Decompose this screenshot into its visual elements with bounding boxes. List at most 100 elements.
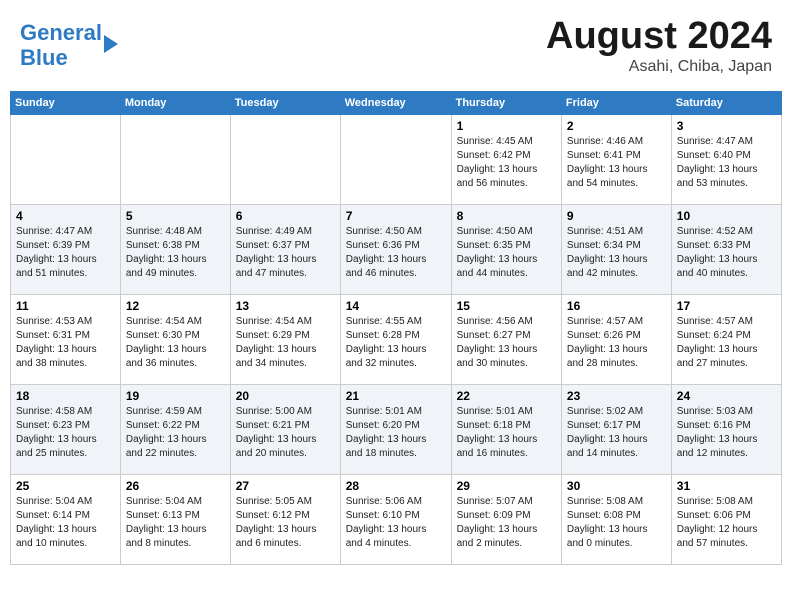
- day-number: 19: [126, 389, 225, 403]
- calendar-day-cell: 10 Sunrise: 4:52 AM Sunset: 6:33 PM Dayli…: [671, 205, 781, 295]
- logo-arrow-icon: [104, 35, 118, 53]
- day-number: 31: [677, 479, 776, 493]
- calendar-day-cell: 6 Sunrise: 4:49 AM Sunset: 6:37 PM Daylig…: [230, 205, 340, 295]
- day-info: Sunrise: 5:04 AM Sunset: 6:14 PM Dayligh…: [16, 495, 115, 551]
- calendar-day-cell: 24Sunrise: 5:03 AM Sunset: 6:16 PM Dayli…: [671, 385, 781, 475]
- day-of-week-header: Wednesday: [340, 92, 451, 115]
- calendar-day-cell: 3 Sunrise: 4:47 AM Sunset: 6:40 PM Daylig…: [671, 115, 781, 205]
- calendar-day-cell: 29Sunrise: 5:07 AM Sunset: 6:09 PM Dayli…: [451, 475, 561, 565]
- day-info: Sunrise: 4:45 AM Sunset: 6:42 PM Dayligh…: [457, 135, 556, 191]
- calendar-day-cell: 5 Sunrise: 4:48 AM Sunset: 6:38 PM Daylig…: [120, 205, 230, 295]
- logo: GeneralBlue: [20, 21, 118, 69]
- calendar-day-cell: 28 Sunrise: 5:06 AM Sunset: 6:10 PM Dayli…: [340, 475, 451, 565]
- day-info: Sunrise: 4:54 AM Sunset: 6:29 PM Dayligh…: [236, 315, 335, 371]
- day-number: 6: [236, 209, 335, 223]
- day-info: Sunrise: 5:01 AM Sunset: 6:20 PM Dayligh…: [346, 405, 446, 461]
- calendar-day-cell: [11, 115, 121, 205]
- day-info: Sunrise: 5:02 AM Sunset: 6:17 PM Dayligh…: [567, 405, 666, 461]
- day-info: Sunrise: 5:00 AM Sunset: 6:21 PM Dayligh…: [236, 405, 335, 461]
- calendar-day-cell: 16 Sunrise: 4:57 AM Sunset: 6:26 PM Dayli…: [561, 295, 671, 385]
- calendar-day-cell: 4Sunrise: 4:47 AM Sunset: 6:39 PM Daylig…: [11, 205, 121, 295]
- calendar-day-cell: 30Sunrise: 5:08 AM Sunset: 6:08 PM Dayli…: [561, 475, 671, 565]
- day-number: 15: [457, 299, 556, 313]
- day-number: 17: [677, 299, 776, 313]
- day-number: 9: [567, 209, 666, 223]
- day-number: 22: [457, 389, 556, 403]
- page-header: GeneralBlue August 2024 Asahi, Chiba, Ja…: [10, 10, 782, 81]
- calendar-day-cell: 18 Sunrise: 4:58 AM Sunset: 6:23 PM Dayli…: [11, 385, 121, 475]
- calendar-week-row: 18 Sunrise: 4:58 AM Sunset: 6:23 PM Dayli…: [11, 385, 782, 475]
- day-info: Sunrise: 4:57 AM Sunset: 6:24 PM Dayligh…: [677, 315, 776, 371]
- calendar-day-cell: 15 Sunrise: 4:56 AM Sunset: 6:27 PM Dayli…: [451, 295, 561, 385]
- day-of-week-header: Thursday: [451, 92, 561, 115]
- day-number: 10: [677, 209, 776, 223]
- day-info: Sunrise: 4:50 AM Sunset: 6:36 PM Dayligh…: [346, 225, 446, 281]
- calendar-week-row: 25 Sunrise: 5:04 AM Sunset: 6:14 PM Dayli…: [11, 475, 782, 565]
- day-info: Sunrise: 5:08 AM Sunset: 6:06 PM Dayligh…: [677, 495, 776, 551]
- calendar-day-cell: 9 Sunrise: 4:51 AM Sunset: 6:34 PM Daylig…: [561, 205, 671, 295]
- day-info: Sunrise: 5:07 AM Sunset: 6:09 PM Dayligh…: [457, 495, 556, 551]
- day-info: Sunrise: 4:51 AM Sunset: 6:34 PM Dayligh…: [567, 225, 666, 281]
- day-number: 16: [567, 299, 666, 313]
- calendar-day-cell: 8 Sunrise: 4:50 AM Sunset: 6:35 PM Daylig…: [451, 205, 561, 295]
- day-number: 5: [126, 209, 225, 223]
- day-number: 23: [567, 389, 666, 403]
- day-info: Sunrise: 4:46 AM Sunset: 6:41 PM Dayligh…: [567, 135, 666, 191]
- day-info: Sunrise: 4:47 AM Sunset: 6:40 PM Dayligh…: [677, 135, 776, 191]
- calendar-header-row: SundayMondayTuesdayWednesdayThursdayFrid…: [11, 92, 782, 115]
- day-number: 25: [16, 479, 115, 493]
- day-info: Sunrise: 4:56 AM Sunset: 6:27 PM Dayligh…: [457, 315, 556, 371]
- calendar-week-row: 1 Sunrise: 4:45 AM Sunset: 6:42 PM Daylig…: [11, 115, 782, 205]
- calendar-day-cell: 14 Sunrise: 4:55 AM Sunset: 6:28 PM Dayli…: [340, 295, 451, 385]
- day-info: Sunrise: 5:03 AM Sunset: 6:16 PM Dayligh…: [677, 405, 776, 461]
- day-info: Sunrise: 4:59 AM Sunset: 6:22 PM Dayligh…: [126, 405, 225, 461]
- day-info: Sunrise: 4:57 AM Sunset: 6:26 PM Dayligh…: [567, 315, 666, 371]
- day-number: 28: [346, 479, 446, 493]
- day-info: Sunrise: 5:06 AM Sunset: 6:10 PM Dayligh…: [346, 495, 446, 551]
- calendar-day-cell: 20Sunrise: 5:00 AM Sunset: 6:21 PM Dayli…: [230, 385, 340, 475]
- month-year-title: August 2024: [546, 15, 772, 58]
- day-of-week-header: Saturday: [671, 92, 781, 115]
- day-number: 3: [677, 119, 776, 133]
- day-info: Sunrise: 5:08 AM Sunset: 6:08 PM Dayligh…: [567, 495, 666, 551]
- calendar-day-cell: 11 Sunrise: 4:53 AM Sunset: 6:31 PM Dayli…: [11, 295, 121, 385]
- calendar-day-cell: 17 Sunrise: 4:57 AM Sunset: 6:24 PM Dayli…: [671, 295, 781, 385]
- day-number: 18: [16, 389, 115, 403]
- calendar-day-cell: 1 Sunrise: 4:45 AM Sunset: 6:42 PM Daylig…: [451, 115, 561, 205]
- day-info: Sunrise: 4:55 AM Sunset: 6:28 PM Dayligh…: [346, 315, 446, 371]
- calendar-day-cell: 2 Sunrise: 4:46 AM Sunset: 6:41 PM Daylig…: [561, 115, 671, 205]
- day-info: Sunrise: 4:53 AM Sunset: 6:31 PM Dayligh…: [16, 315, 115, 371]
- calendar-day-cell: 25 Sunrise: 5:04 AM Sunset: 6:14 PM Dayli…: [11, 475, 121, 565]
- calendar-day-cell: 22 Sunrise: 5:01 AM Sunset: 6:18 PM Dayli…: [451, 385, 561, 475]
- day-number: 13: [236, 299, 335, 313]
- calendar-day-cell: 26Sunrise: 5:04 AM Sunset: 6:13 PM Dayli…: [120, 475, 230, 565]
- day-info: Sunrise: 5:05 AM Sunset: 6:12 PM Dayligh…: [236, 495, 335, 551]
- day-info: Sunrise: 5:04 AM Sunset: 6:13 PM Dayligh…: [126, 495, 225, 551]
- day-info: Sunrise: 4:47 AM Sunset: 6:39 PM Dayligh…: [16, 225, 115, 281]
- day-info: Sunrise: 4:50 AM Sunset: 6:35 PM Dayligh…: [457, 225, 556, 281]
- calendar-day-cell: [120, 115, 230, 205]
- day-of-week-header: Monday: [120, 92, 230, 115]
- day-number: 2: [567, 119, 666, 133]
- day-info: Sunrise: 4:52 AM Sunset: 6:33 PM Dayligh…: [677, 225, 776, 281]
- title-block: August 2024 Asahi, Chiba, Japan: [546, 15, 772, 76]
- day-of-week-header: Sunday: [11, 92, 121, 115]
- calendar-day-cell: 27Sunrise: 5:05 AM Sunset: 6:12 PM Dayli…: [230, 475, 340, 565]
- day-number: 11: [16, 299, 115, 313]
- day-info: Sunrise: 5:01 AM Sunset: 6:18 PM Dayligh…: [457, 405, 556, 461]
- day-info: Sunrise: 4:54 AM Sunset: 6:30 PM Dayligh…: [126, 315, 225, 371]
- day-info: Sunrise: 4:58 AM Sunset: 6:23 PM Dayligh…: [16, 405, 115, 461]
- calendar-day-cell: [340, 115, 451, 205]
- day-number: 8: [457, 209, 556, 223]
- day-number: 1: [457, 119, 556, 133]
- day-info: Sunrise: 4:48 AM Sunset: 6:38 PM Dayligh…: [126, 225, 225, 281]
- day-of-week-header: Tuesday: [230, 92, 340, 115]
- day-number: 21: [346, 389, 446, 403]
- calendar-day-cell: 12Sunrise: 4:54 AM Sunset: 6:30 PM Dayli…: [120, 295, 230, 385]
- location-subtitle: Asahi, Chiba, Japan: [546, 58, 772, 76]
- day-of-week-header: Friday: [561, 92, 671, 115]
- day-number: 14: [346, 299, 446, 313]
- calendar-day-cell: 19 Sunrise: 4:59 AM Sunset: 6:22 PM Dayli…: [120, 385, 230, 475]
- day-number: 7: [346, 209, 446, 223]
- day-info: Sunrise: 4:49 AM Sunset: 6:37 PM Dayligh…: [236, 225, 335, 281]
